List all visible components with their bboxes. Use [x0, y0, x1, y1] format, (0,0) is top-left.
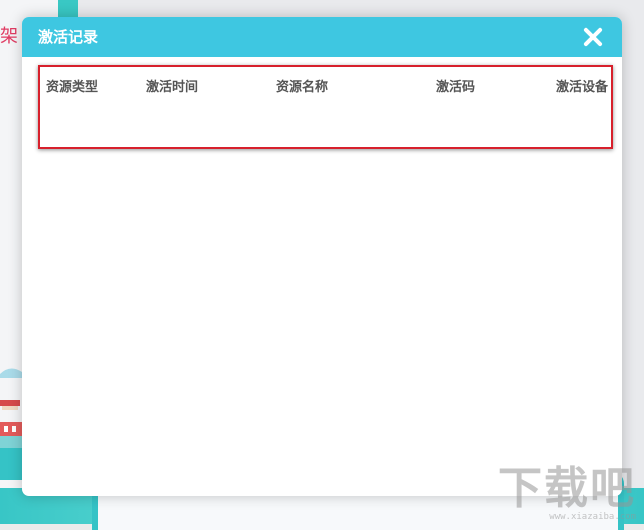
watermark-logo: 下载吧 www.xiazaiba.com — [498, 463, 636, 523]
column-header-resource-name: 资源名称 — [276, 80, 329, 95]
background-illustration — [0, 368, 24, 480]
column-header-resource-type: 资源类型 — [46, 80, 99, 95]
background-shelf-label: 架 — [0, 26, 18, 47]
close-icon[interactable] — [582, 26, 604, 48]
watermark-text: 下载吧 — [498, 463, 636, 514]
dialog-title: 激活记录 — [38, 28, 99, 46]
column-header-activation-time: 激活时间 — [146, 80, 199, 95]
activation-records-dialog: 激活记录 资源类型 激活时间 资源名称 激活码 激活设备 — [22, 17, 622, 496]
column-header-activation-code: 激活码 — [436, 80, 476, 95]
column-header-activation-device: 激活设备 — [556, 80, 609, 95]
dialog-header: 激活记录 — [22, 17, 622, 57]
table-header: 资源类型 激活时间 资源名称 激活码 激活设备 — [22, 77, 622, 101]
